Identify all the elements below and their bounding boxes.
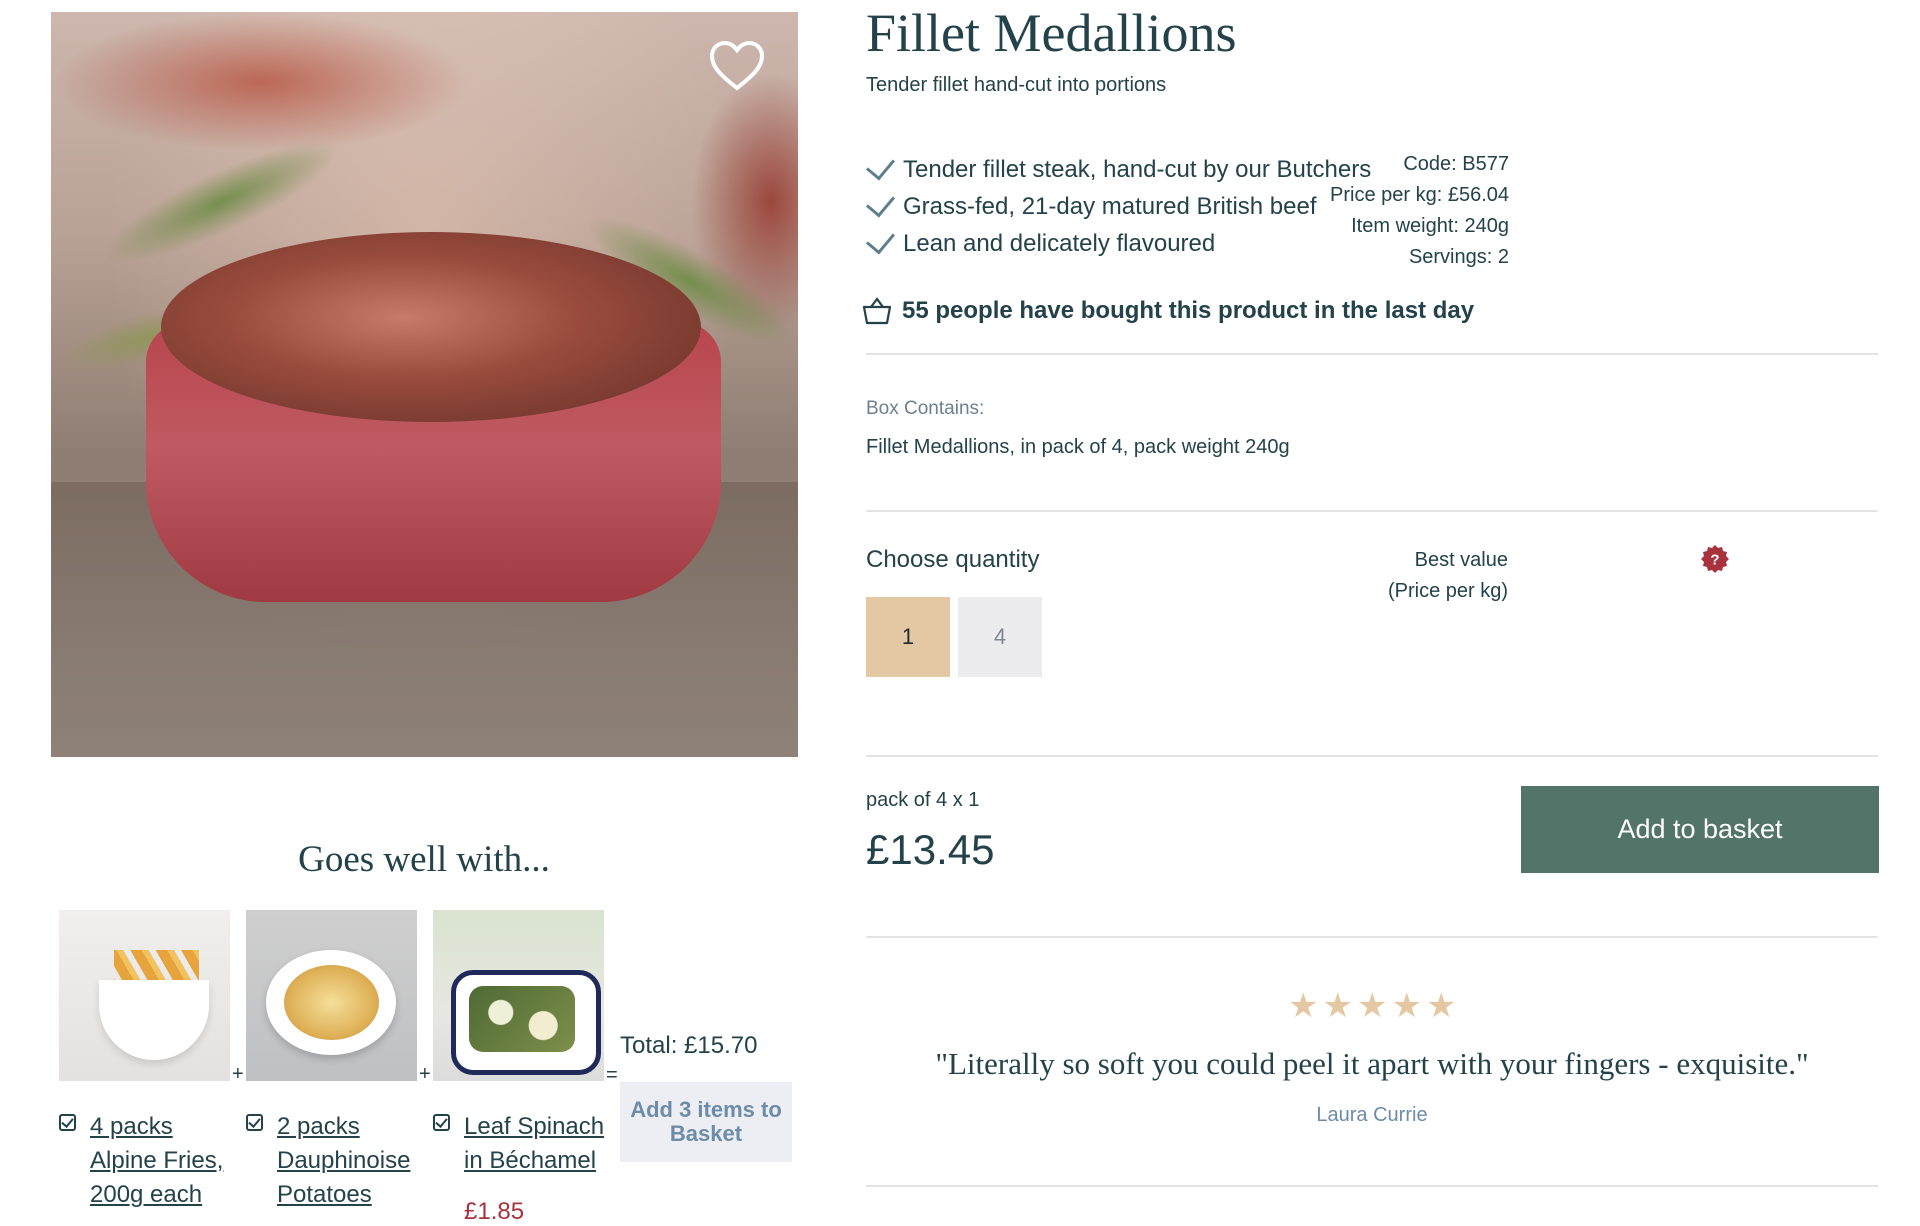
feature-text: Lean and delicately flavoured: [903, 230, 1216, 257]
item-weight: Item weight: 240g: [1351, 215, 1509, 237]
product-code: Code: B577: [1403, 153, 1509, 175]
heart-icon[interactable]: [709, 40, 765, 92]
servings: Servings: 2: [1408, 246, 1509, 268]
feature-text: Grass-fed, 21-day matured British beef: [903, 193, 1317, 220]
equals-sign: =: [606, 1064, 618, 1086]
gratin: [284, 965, 379, 1040]
review-quote: "Literally so soft you could peel it apa…: [935, 1046, 1809, 1081]
checkmark-icon: [865, 224, 896, 255]
goes-well-with-title: Goes well with...: [298, 839, 550, 880]
bowl: [99, 980, 209, 1060]
feature-item: Lean and delicately flavoured: [865, 224, 1216, 258]
best-value-line: (Price per kg): [1387, 580, 1508, 602]
divider: [866, 353, 1878, 355]
divider: [866, 510, 1878, 512]
star-icon: ★: [1288, 987, 1319, 1025]
best-value-note: Best value (Price per kg): [1388, 545, 1508, 607]
quantity-option-4[interactable]: 4: [958, 597, 1042, 677]
pack-summary: pack of 4 x 1: [866, 789, 980, 811]
divider: [866, 755, 1878, 757]
star-icon: ★: [1356, 987, 1388, 1025]
question-badge-icon[interactable]: ?: [1700, 544, 1730, 574]
checkmark-icon: [865, 150, 896, 181]
add-to-basket-button[interactable]: Add to basket: [1521, 786, 1879, 873]
box-contains-label: Box Contains:: [866, 398, 985, 419]
fries-photo[interactable]: [59, 910, 230, 1081]
product-subtitle: Tender fillet hand-cut into portions: [866, 74, 1167, 96]
checkmark-icon: [865, 187, 896, 218]
feature-text: Tender fillet steak, hand-cut by our But…: [903, 156, 1372, 183]
spinach-photo[interactable]: [433, 910, 604, 1081]
quantity-option-1[interactable]: 1: [866, 597, 950, 677]
steak-sear: [161, 232, 701, 422]
star-icon: ★: [1425, 987, 1457, 1025]
quantity-label: Choose quantity: [866, 546, 1040, 573]
checkbox-checked-icon[interactable]: [59, 1114, 76, 1131]
basket-icon: [862, 297, 892, 325]
product-title: Fillet Medallions: [866, 3, 1237, 63]
plus-sign: +: [419, 1063, 431, 1085]
product-image: [51, 12, 798, 757]
best-value-line: Best value: [1414, 549, 1508, 571]
spinach-bechamel: [469, 986, 575, 1052]
dauphinoise-photo[interactable]: [246, 910, 417, 1081]
checkbox-checked-icon[interactable]: [246, 1114, 263, 1131]
combo-item-link[interactable]: Leaf Spinach in Béchamel: [464, 1110, 609, 1178]
add-combo-to-basket-button[interactable]: Add 3 items to Basket: [620, 1082, 792, 1162]
star-icon: ★: [1391, 987, 1422, 1025]
checkbox-checked-icon[interactable]: [433, 1114, 450, 1131]
feature-item: Grass-fed, 21-day matured British beef: [865, 187, 1317, 221]
box-contains-text: Fillet Medallions, in pack of 4, pack we…: [866, 436, 1290, 458]
divider: [866, 936, 1878, 938]
divider: [866, 1185, 1878, 1187]
review-rating: ★ ★ ★ ★ ★: [1286, 986, 1460, 1025]
social-proof-text: 55 people have bought this product in th…: [902, 297, 1475, 324]
svg-text:?: ?: [1710, 552, 1719, 569]
combo-item-price: £1.85: [464, 1198, 525, 1225]
price-per-kg: Price per kg: £56.04: [1330, 184, 1509, 206]
combo-item-link[interactable]: 4 packs Alpine Fries, 200g each: [90, 1110, 235, 1212]
star-icon: ★: [1322, 987, 1353, 1025]
feature-item: Tender fillet steak, hand-cut by our But…: [865, 150, 1372, 184]
combo-total: Total: £15.70: [620, 1032, 758, 1059]
combo-item-link[interactable]: 2 packs Dauphinoise Potatoes: [277, 1110, 422, 1212]
review-author: Laura Currie: [1316, 1104, 1428, 1126]
plus-sign: +: [232, 1063, 244, 1085]
background-blur: [51, 12, 471, 152]
product-price: £13.45: [866, 826, 995, 873]
